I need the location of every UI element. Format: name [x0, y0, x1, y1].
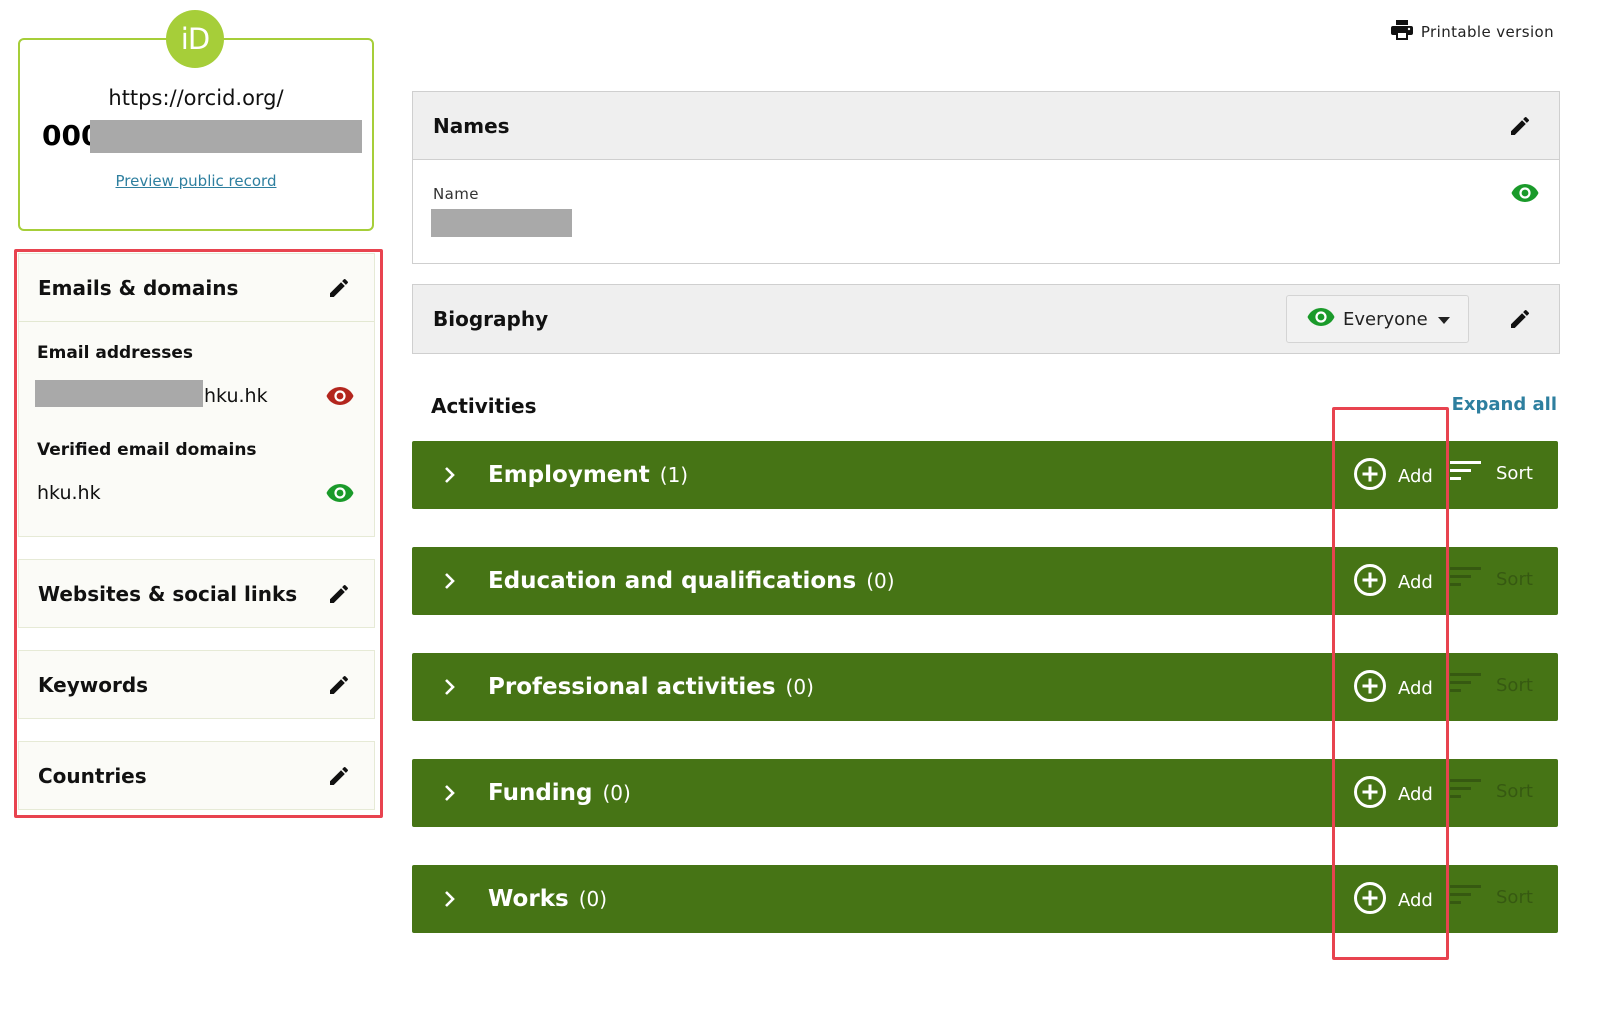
redacted-id-digits — [90, 120, 362, 153]
names-panel: Names Name — [412, 91, 1560, 264]
activity-count: (0) — [602, 781, 631, 805]
edit-emails-pencil-icon[interactable] — [326, 275, 352, 301]
visibility-everyone-eye-icon — [1307, 307, 1335, 332]
orcid-url-prefix: https://orcid.org/ — [108, 86, 284, 110]
expand-all-link[interactable]: Expand all — [1452, 394, 1557, 415]
add-employment-button[interactable]: Add — [1353, 457, 1433, 496]
add-circle-icon — [1353, 457, 1387, 496]
email-visibility-private-eye-icon[interactable] — [326, 386, 354, 406]
printable-version-link[interactable]: Printable version — [1390, 20, 1554, 44]
keywords-panel: Keywords — [18, 650, 375, 719]
activity-section-professional-activities: Professional activities (0) Add Sort — [412, 653, 1558, 721]
chevron-right-icon[interactable] — [444, 572, 464, 590]
add-label: Add — [1398, 572, 1433, 593]
add-circle-icon — [1353, 775, 1387, 814]
redacted-email-local-part — [35, 380, 203, 407]
add-professional-activities-button[interactable]: Add — [1353, 669, 1433, 708]
edit-countries-pencil-icon[interactable] — [326, 763, 352, 789]
add-label: Add — [1398, 784, 1433, 805]
activity-section-education: Education and qualifications (0) Add Sor… — [412, 547, 1558, 615]
biography-panel: Biography Everyone — [412, 284, 1560, 354]
edit-websites-pencil-icon[interactable] — [326, 581, 352, 607]
sort-education-button: Sort — [1450, 566, 1533, 593]
printer-icon — [1390, 20, 1413, 44]
emails-domains-title: Emails & domains — [38, 275, 239, 300]
activity-title[interactable]: Professional activities — [488, 674, 776, 700]
edit-names-pencil-icon[interactable] — [1507, 113, 1533, 139]
sort-label: Sort — [1496, 675, 1533, 696]
sort-icon — [1450, 460, 1482, 487]
add-works-button[interactable]: Add — [1353, 881, 1433, 920]
activity-count: (0) — [578, 887, 608, 911]
email-domain-suffix: hku.hk — [204, 385, 268, 407]
visibility-selected-label: Everyone — [1343, 308, 1428, 330]
biography-title: Biography — [433, 307, 549, 331]
websites-panel: Websites & social links — [18, 559, 375, 628]
sort-label: Sort — [1496, 781, 1533, 802]
activity-title[interactable]: Funding — [488, 780, 593, 806]
add-label: Add — [1398, 466, 1433, 487]
add-label: Add — [1398, 890, 1433, 911]
add-circle-icon — [1353, 669, 1387, 708]
activity-count: (0) — [866, 569, 895, 593]
sort-label: Sort — [1496, 887, 1533, 908]
activities-title: Activities — [431, 394, 537, 418]
add-circle-icon — [1353, 881, 1387, 920]
caret-down-icon — [1438, 309, 1450, 330]
domain-visibility-public-eye-icon[interactable] — [326, 483, 354, 503]
sort-icon — [1450, 672, 1482, 699]
names-title: Names — [433, 113, 510, 138]
orcid-logo: iD — [166, 10, 224, 68]
activity-title[interactable]: Employment — [488, 462, 650, 488]
activity-title[interactable]: Education and qualifications — [488, 568, 856, 594]
sort-works-button: Sort — [1450, 884, 1533, 911]
preview-public-record-link[interactable]: Preview public record — [18, 172, 374, 190]
name-visibility-public-eye-icon[interactable] — [1511, 183, 1539, 203]
countries-title: Countries — [38, 764, 147, 788]
redacted-name-value — [431, 209, 572, 237]
activity-title[interactable]: Works — [488, 886, 569, 912]
add-label: Add — [1398, 678, 1433, 699]
email-addresses-label: Email addresses — [37, 343, 193, 363]
sort-icon — [1450, 778, 1482, 805]
sort-icon — [1450, 566, 1482, 593]
add-education-button[interactable]: Add — [1353, 563, 1433, 602]
sort-funding-button: Sort — [1450, 778, 1533, 805]
keywords-title: Keywords — [38, 673, 149, 697]
chevron-right-icon[interactable] — [444, 890, 464, 908]
add-circle-icon — [1353, 563, 1387, 602]
countries-panel: Countries — [18, 741, 375, 810]
printable-version-label: Printable version — [1420, 23, 1554, 41]
name-field-label: Name — [433, 185, 479, 203]
activity-section-funding: Funding (0) Add Sort — [412, 759, 1558, 827]
chevron-right-icon[interactable] — [444, 784, 464, 802]
edit-biography-pencil-icon[interactable] — [1507, 306, 1533, 332]
sort-professional-activities-button: Sort — [1450, 672, 1533, 699]
activity-section-employment: Employment (1) Add Sort — [412, 441, 1558, 509]
activity-count: (0) — [785, 675, 814, 699]
activity-count: (1) — [659, 463, 689, 487]
chevron-right-icon[interactable] — [444, 466, 464, 484]
edit-keywords-pencil-icon[interactable] — [326, 672, 352, 698]
add-funding-button[interactable]: Add — [1353, 775, 1433, 814]
verified-domain-value: hku.hk — [37, 482, 101, 504]
activity-section-works: Works (0) Add Sort — [412, 865, 1558, 933]
sort-label: Sort — [1496, 463, 1533, 484]
verified-email-domains-label: Verified email domains — [37, 440, 257, 460]
sort-icon — [1450, 884, 1482, 911]
sort-employment-button[interactable]: Sort — [1450, 460, 1533, 487]
websites-title: Websites & social links — [38, 582, 298, 606]
sort-label: Sort — [1496, 569, 1533, 590]
biography-visibility-select[interactable]: Everyone — [1286, 295, 1469, 343]
chevron-right-icon[interactable] — [444, 678, 464, 696]
